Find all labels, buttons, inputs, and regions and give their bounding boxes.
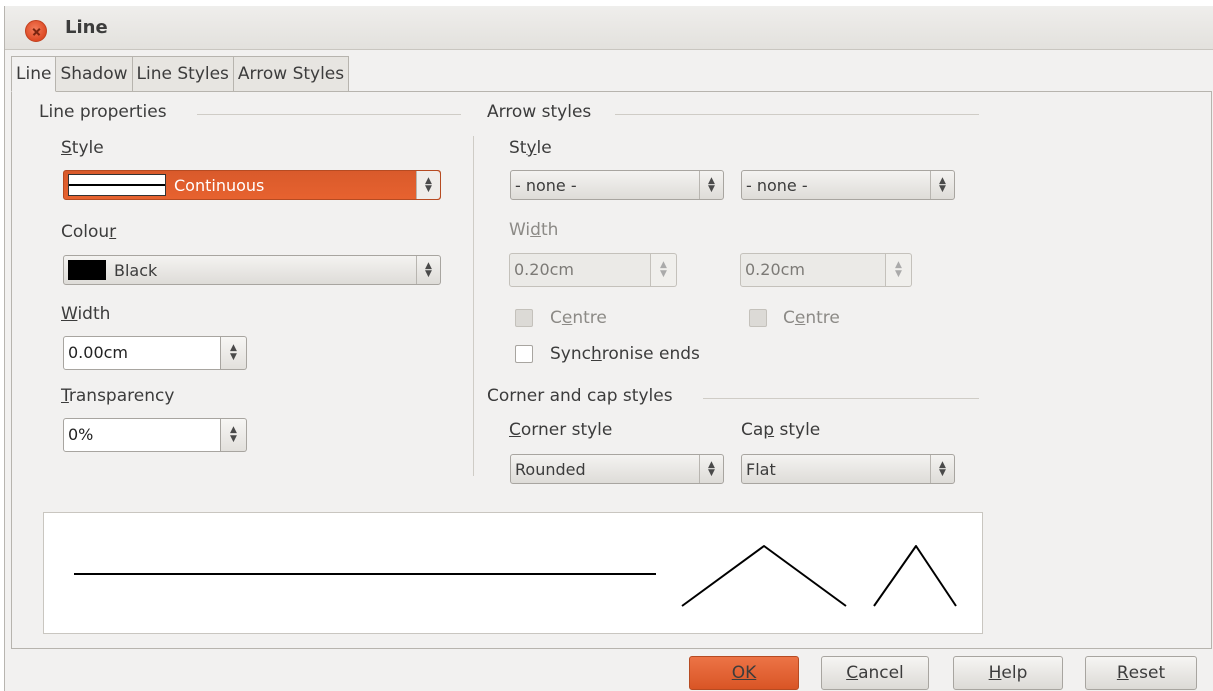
cancel-rest: ancel bbox=[858, 663, 904, 683]
line-preview bbox=[43, 512, 983, 634]
line-properties-heading: Line properties bbox=[39, 102, 167, 122]
preview-svg bbox=[74, 545, 957, 607]
centre-start-label: Centre bbox=[550, 308, 607, 328]
cancel-button[interactable]: Cancel bbox=[821, 656, 929, 690]
transparency-spinner[interactable]: 0% ▲ ▼ bbox=[63, 418, 247, 452]
tab-arrow-styles[interactable]: Arrow Styles bbox=[233, 56, 350, 92]
cap-style-label: Cap style bbox=[741, 420, 821, 440]
chevron-updown-icon: ▲ ▼ bbox=[930, 171, 954, 199]
ok-button-label: OK bbox=[731, 663, 757, 683]
section-divider bbox=[615, 114, 979, 115]
vertical-divider bbox=[473, 136, 474, 476]
spin-updown-icon[interactable]: ▲ ▼ bbox=[651, 253, 677, 287]
dialog-title: Line bbox=[65, 17, 108, 38]
chevron-updown-icon: ▲ ▼ bbox=[930, 455, 954, 483]
arrow-start-width-input[interactable]: 0.20cm bbox=[509, 253, 651, 287]
line-style-swatch bbox=[68, 174, 166, 196]
arrow-end-style-select[interactable]: - none - ▲ ▼ bbox=[741, 170, 955, 200]
corner-style-value: Rounded bbox=[515, 459, 586, 479]
arrow-style-label: Style bbox=[509, 138, 552, 158]
chevron-updown-icon: ▲ ▼ bbox=[699, 171, 723, 199]
reset-rest: eset bbox=[1128, 663, 1166, 683]
ok-button[interactable]: OK bbox=[689, 656, 799, 690]
section-divider bbox=[197, 114, 461, 115]
width-label: Width bbox=[61, 304, 111, 324]
preview-acute-line bbox=[873, 545, 957, 607]
colour-select[interactable]: Black ▲ ▼ bbox=[63, 255, 441, 285]
transparency-input[interactable]: 0% bbox=[63, 418, 221, 452]
colour-value: Black bbox=[114, 260, 158, 280]
cap-style-select[interactable]: Flat ▲ ▼ bbox=[741, 454, 955, 484]
spin-updown-icon[interactable]: ▲ ▼ bbox=[886, 253, 912, 287]
corner-style-label: Corner style bbox=[509, 420, 613, 440]
corner-cap-heading: Corner and cap styles bbox=[487, 386, 673, 406]
line-dialog: Line Line Shadow Line Styles Arrow Style… bbox=[4, 6, 1213, 691]
tab-bar: Line Shadow Line Styles Arrow Styles bbox=[11, 56, 350, 92]
chevron-updown-icon: ▲ ▼ bbox=[416, 256, 440, 284]
arrow-start-width-spinner[interactable]: 0.20cm ▲ ▼ bbox=[509, 253, 677, 287]
spin-updown-icon[interactable]: ▲ ▼ bbox=[221, 418, 247, 452]
tab-line-styles[interactable]: Line Styles bbox=[132, 56, 234, 92]
arrow-end-width-spinner[interactable]: 0.20cm ▲ ▼ bbox=[740, 253, 912, 287]
chevron-updown-icon: ▲ ▼ bbox=[416, 171, 440, 199]
line-style-value: Continuous bbox=[174, 175, 265, 195]
title-bar: Line bbox=[5, 6, 1213, 50]
centre-end-label: Centre bbox=[783, 308, 840, 328]
arrow-end-style-value: - none - bbox=[746, 175, 808, 195]
width-input[interactable]: 0.00cm bbox=[63, 336, 221, 370]
spin-updown-icon[interactable]: ▲ ▼ bbox=[221, 336, 247, 370]
centre-start-checkbox[interactable] bbox=[515, 309, 533, 327]
arrow-width-label: Width bbox=[509, 220, 559, 240]
centre-end-checkbox[interactable] bbox=[749, 309, 767, 327]
help-rest: elp bbox=[1001, 663, 1028, 683]
help-button[interactable]: Help bbox=[953, 656, 1063, 690]
preview-corner-line bbox=[681, 545, 847, 607]
tab-line[interactable]: Line bbox=[11, 56, 57, 92]
corner-style-select[interactable]: Rounded ▲ ▼ bbox=[510, 454, 724, 484]
line-style-select[interactable]: Continuous ▲ ▼ bbox=[63, 170, 441, 200]
arrow-end-width-input[interactable]: 0.20cm bbox=[740, 253, 886, 287]
tab-shadow[interactable]: Shadow bbox=[56, 56, 133, 92]
arrow-styles-heading: Arrow styles bbox=[487, 102, 592, 122]
cap-style-value: Flat bbox=[746, 459, 776, 479]
chevron-updown-icon: ▲ ▼ bbox=[699, 455, 723, 483]
close-icon[interactable] bbox=[25, 20, 47, 42]
synchronise-ends-checkbox[interactable] bbox=[515, 345, 533, 363]
arrow-start-style-value: - none - bbox=[515, 175, 577, 195]
line-style-label: Style bbox=[61, 138, 104, 158]
section-divider bbox=[703, 398, 979, 399]
line-style-label-rest: tyle bbox=[71, 138, 104, 158]
transparency-label: Transparency bbox=[61, 386, 175, 406]
reset-button[interactable]: Reset bbox=[1085, 656, 1197, 690]
arrow-start-style-select[interactable]: - none - ▲ ▼ bbox=[510, 170, 724, 200]
colour-label: Colour bbox=[61, 222, 117, 242]
width-spinner[interactable]: 0.00cm ▲ ▼ bbox=[63, 336, 247, 370]
colour-swatch bbox=[68, 260, 106, 280]
synchronise-ends-label: Synchronise ends bbox=[550, 344, 700, 364]
